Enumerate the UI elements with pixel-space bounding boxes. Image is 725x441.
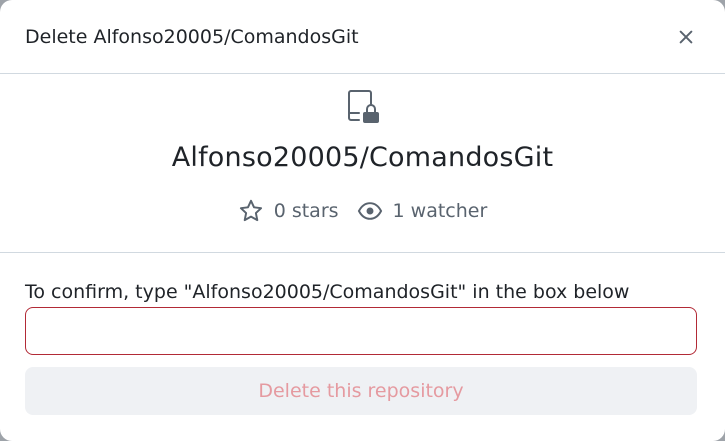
- stars-stat: 0 stars: [238, 198, 339, 224]
- stars-count-label: 0 stars: [273, 200, 339, 222]
- repo-locked-icon: [348, 90, 379, 123]
- dialog-header: Delete Alfonso20005/ComandosGit: [0, 0, 725, 74]
- watchers-count-label: 1 watcher: [392, 200, 488, 222]
- delete-repository-button[interactable]: Delete this repository: [25, 367, 697, 415]
- repo-name: Alfonso20005/ComandosGit: [171, 142, 554, 173]
- confirm-repo-name-input[interactable]: [25, 307, 697, 355]
- close-button[interactable]: [673, 24, 699, 50]
- watchers-stat: 1 watcher: [357, 198, 488, 224]
- dialog-title: Delete Alfonso20005/ComandosGit: [25, 25, 359, 48]
- repo-stats: 0 stars 1 watcher: [0, 198, 725, 224]
- delete-repository-dialog: Delete Alfonso20005/ComandosGit Alfonso2…: [0, 0, 725, 441]
- confirm-label: To confirm, type "Alfonso20005/ComandosG…: [25, 281, 630, 303]
- repo-summary: Alfonso20005/ComandosGit 0 stars 1 watch…: [0, 74, 725, 253]
- x-icon: [679, 30, 693, 43]
- star-icon: [239, 199, 262, 222]
- eye-icon: [357, 202, 382, 220]
